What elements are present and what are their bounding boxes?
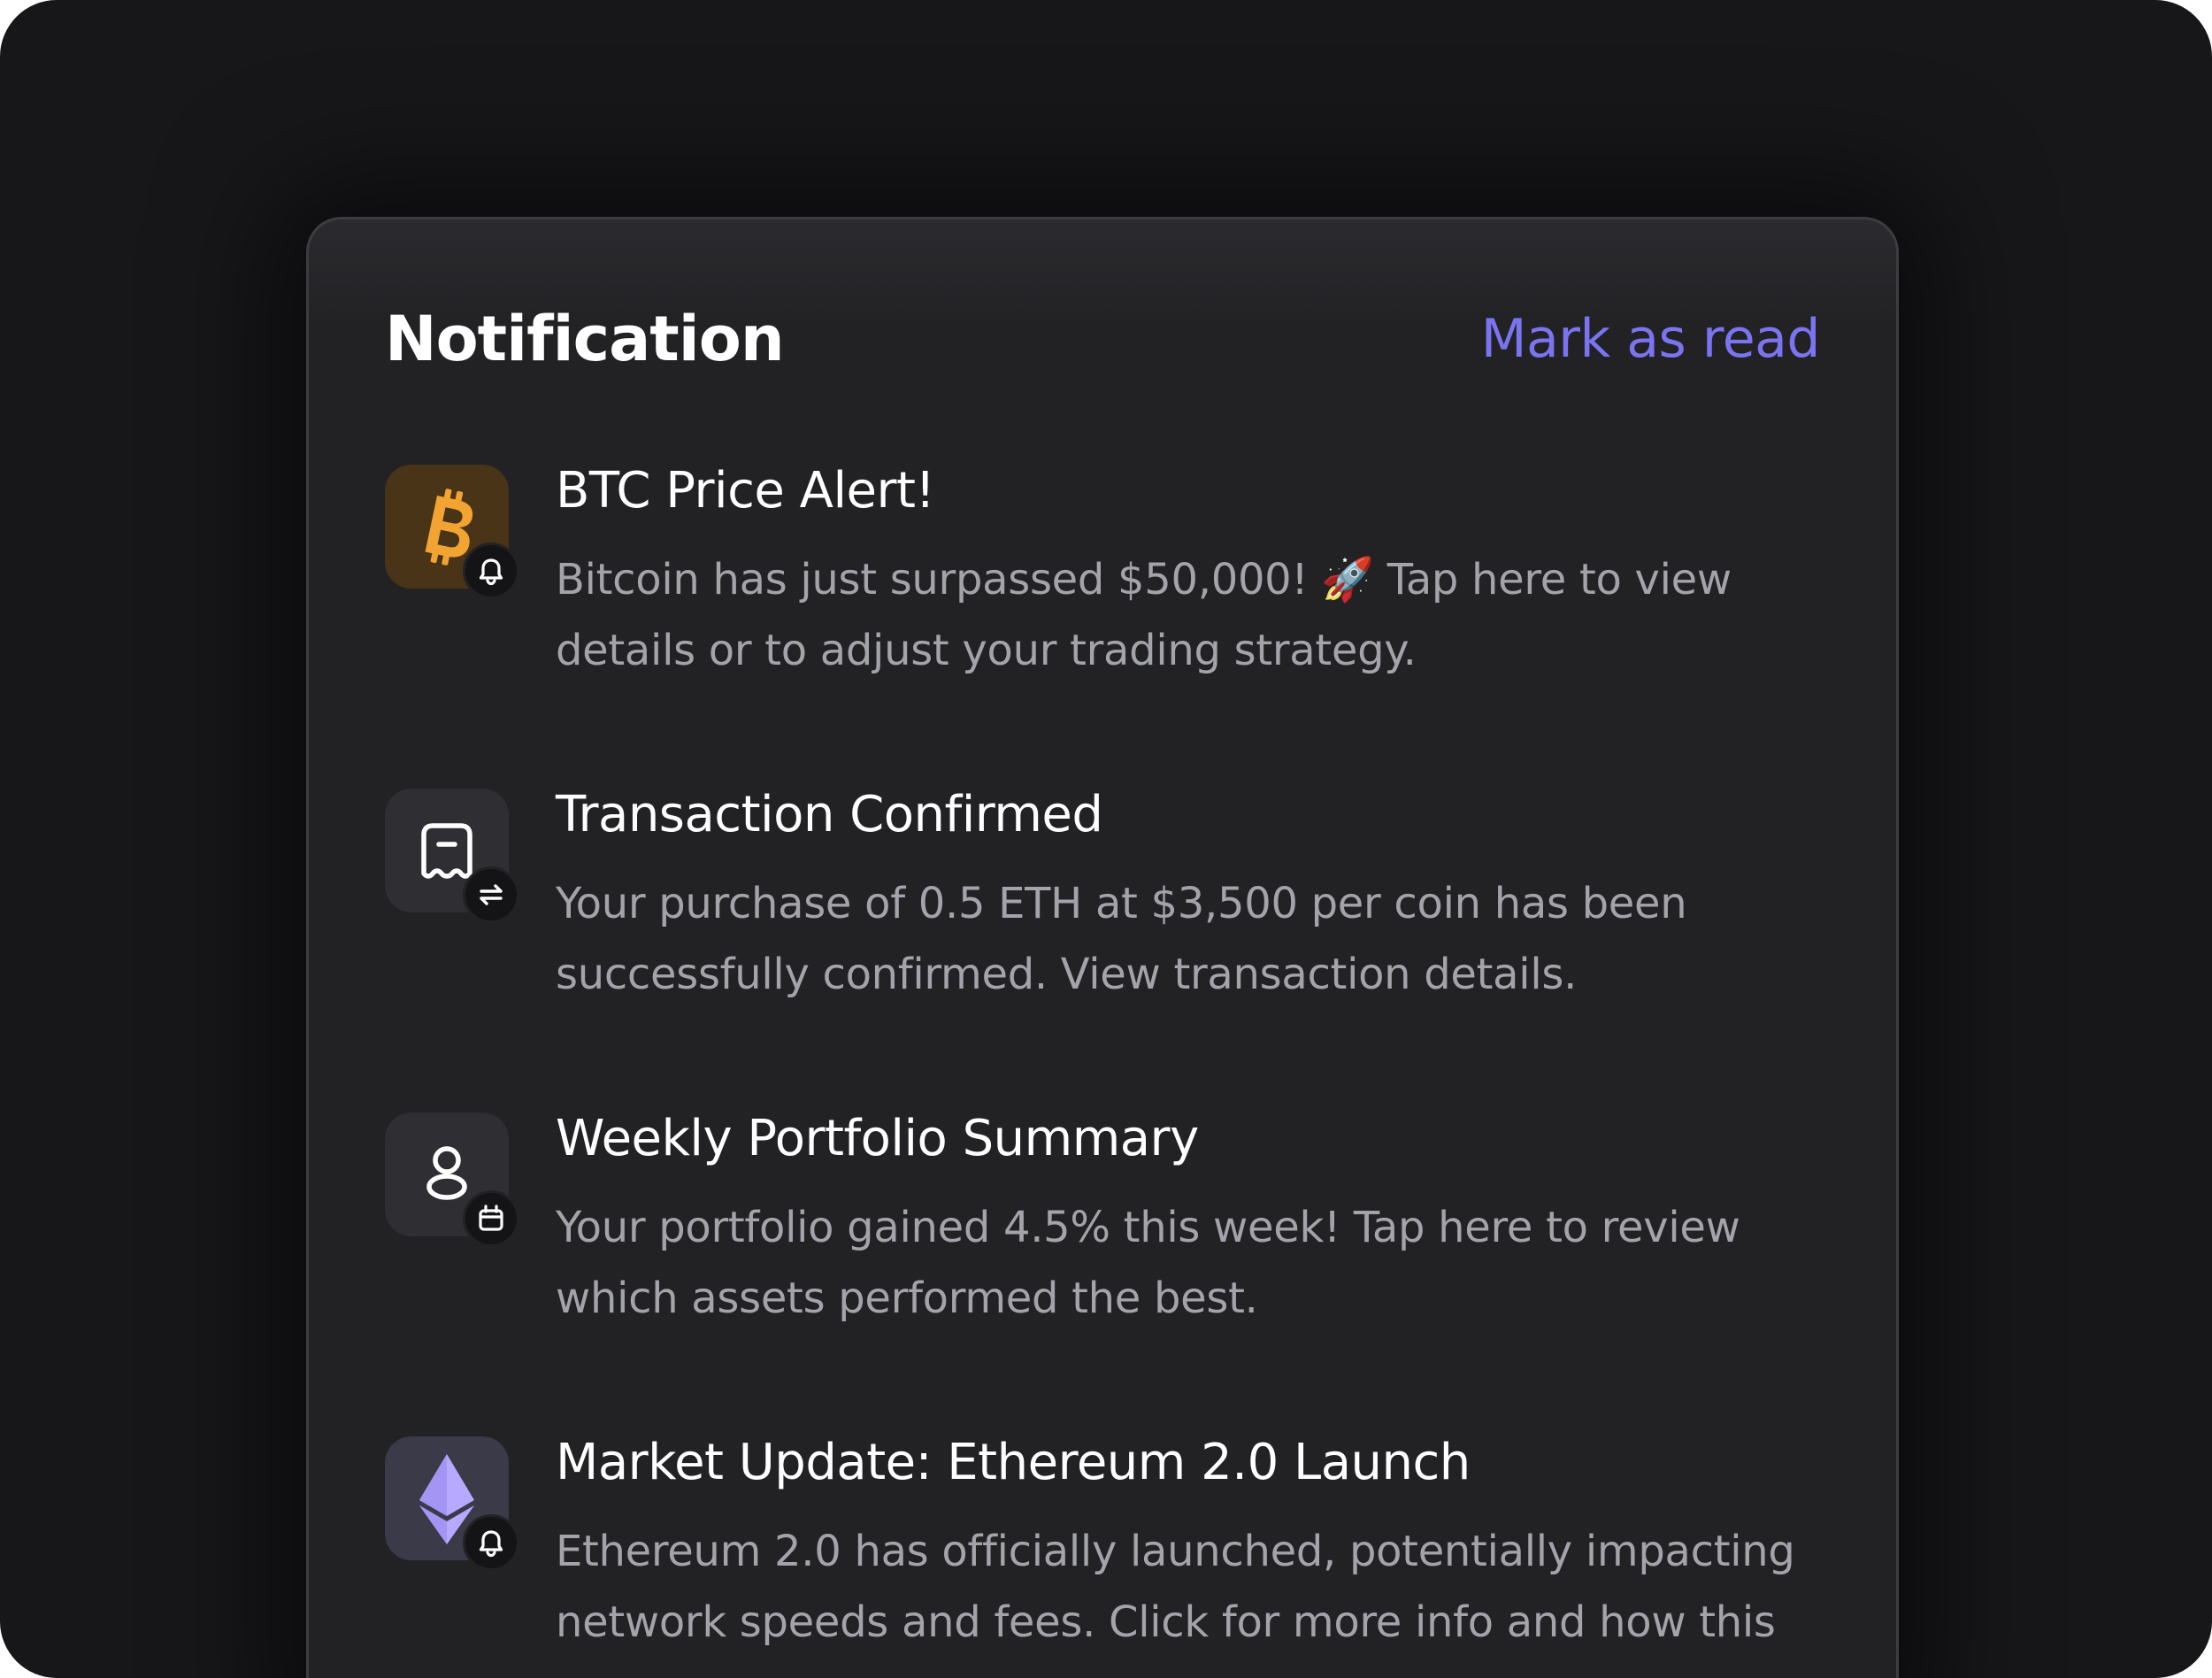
notification-list: BTC Price Alert! Bitcoin has just surpas…: [385, 462, 1843, 1678]
notification-title: Weekly Portfolio Summary: [556, 1110, 1199, 1167]
panel-title: Notification: [385, 303, 785, 375]
notification-item[interactable]: BTC Price Alert! Bitcoin has just surpas…: [385, 462, 1843, 789]
notification-item[interactable]: Market Update: Ethereum 2.0 Launch Ether…: [385, 1434, 1843, 1678]
panel-header: Notification Mark as read: [385, 303, 1821, 375]
notification-content: Market Update: Ethereum 2.0 Launch Ether…: [556, 1434, 1843, 1658]
notification-item[interactable]: Weekly Portfolio Summary Your portfolio …: [385, 1110, 1843, 1436]
notification-body: Bitcoin has just surpassed $50,000! 🚀 Ta…: [556, 555, 1732, 675]
notification-title: Transaction Confirmed: [556, 786, 1103, 843]
notification-badge: [463, 866, 519, 923]
swap-arrows-icon: [480, 884, 503, 905]
bell-icon: [479, 558, 503, 586]
app-background: Notification Mark as read BTC Price Aler…: [0, 0, 2212, 1678]
notification-content: Transaction Confirmed Your purchase of 0…: [556, 786, 1843, 1010]
notification-badge: [463, 1514, 519, 1571]
notification-body: Your portfolio gained 4.5% this week! Ta…: [556, 1203, 1740, 1323]
notification-panel: Notification Mark as read BTC Price Aler…: [306, 217, 1899, 1678]
notification-title: Market Update: Ethereum 2.0 Launch: [556, 1434, 1471, 1491]
bell-icon: [479, 1530, 503, 1558]
notification-content: BTC Price Alert! Bitcoin has just surpas…: [556, 462, 1843, 686]
notification-badge: [463, 1190, 519, 1247]
notification-body: Ethereum 2.0 has officially launched, po…: [556, 1527, 1795, 1647]
notification-title: BTC Price Alert!: [556, 462, 935, 520]
notification-avatar: [385, 789, 519, 923]
notification-avatar: [385, 465, 519, 599]
notification-item[interactable]: Transaction Confirmed Your purchase of 0…: [385, 786, 1843, 1112]
notification-avatar: [385, 1436, 519, 1571]
notification-body: Your purchase of 0.5 ETH at $3,500 per c…: [556, 879, 1687, 999]
mark-as-read-button[interactable]: Mark as read: [1481, 304, 1821, 374]
notification-content: Weekly Portfolio Summary Your portfolio …: [556, 1110, 1843, 1334]
notification-avatar: [385, 1112, 519, 1247]
notification-badge: [463, 543, 519, 599]
calendar-icon: [479, 1205, 503, 1231]
